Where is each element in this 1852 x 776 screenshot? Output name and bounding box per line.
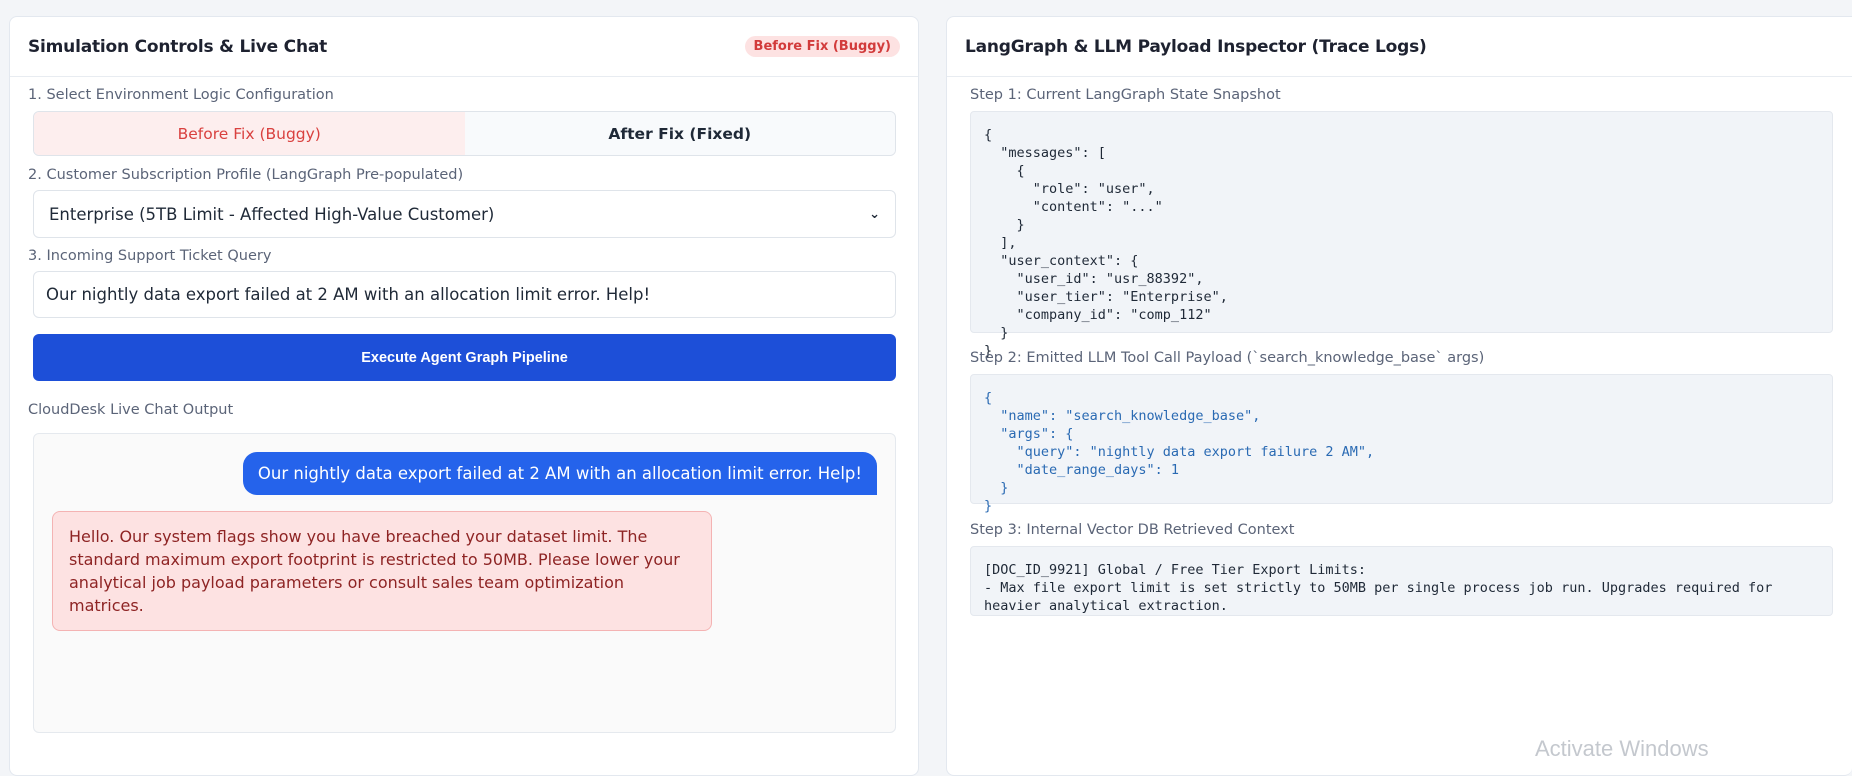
- step3-label: Step 3: Internal Vector DB Retrieved Con…: [970, 522, 1295, 538]
- panel-title: Simulation Controls & Live Chat: [28, 36, 328, 57]
- profile-select[interactable]: Enterprise (5TB Limit - Affected High-Va…: [33, 190, 896, 238]
- environment-toggle: Before Fix (Buggy) After Fix (Fixed): [33, 111, 896, 156]
- state-snapshot-code: { "messages": [ { "role": "user", "conte…: [970, 111, 1833, 359]
- section-label-chat: CloudDesk Live Chat Output: [28, 402, 234, 418]
- user-message: Our nightly data export failed at 2 AM w…: [242, 452, 877, 495]
- retrieved-context-code: [DOC_ID_9921] Global / Free Tier Export …: [970, 546, 1833, 616]
- status-badge: Before Fix (Buggy): [744, 36, 900, 57]
- panel-title: LangGraph & LLM Payload Inspector (Trace…: [965, 36, 1427, 57]
- payload-inspector-panel: LangGraph & LLM Payload Inspector (Trace…: [946, 16, 1852, 776]
- section-label-query: 3. Incoming Support Ticket Query: [28, 248, 272, 264]
- tool-call-payload-code: { "name": "search_knowledge_base", "args…: [970, 374, 1833, 514]
- toggle-option-after-fix[interactable]: After Fix (Fixed): [464, 112, 895, 155]
- toggle-option-before-fix[interactable]: Before Fix (Buggy): [34, 112, 465, 155]
- section-label-environment: 1. Select Environment Logic Configuratio…: [28, 87, 334, 103]
- profile-select-value: Enterprise (5TB Limit - Affected High-Va…: [49, 204, 495, 224]
- step2-label: Step 2: Emitted LLM Tool Call Payload (`…: [970, 350, 1485, 366]
- chat-output: Our nightly data export failed at 2 AM w…: [33, 433, 896, 733]
- activate-windows-watermark: Activate Windows: [1535, 736, 1709, 761]
- query-input[interactable]: Our nightly data export failed at 2 AM w…: [33, 271, 896, 318]
- panel-header: Simulation Controls & Live Chat Before F…: [10, 17, 918, 77]
- simulation-controls-panel: Simulation Controls & Live Chat Before F…: [9, 16, 919, 776]
- chevron-down-icon: ⌄: [869, 206, 880, 222]
- step1-label: Step 1: Current LangGraph State Snapshot: [970, 87, 1281, 103]
- section-label-profile: 2. Customer Subscription Profile (LangGr…: [28, 167, 464, 183]
- panel-header: LangGraph & LLM Payload Inspector (Trace…: [947, 17, 1852, 77]
- bot-message: Hello. Our system flags show you have br…: [52, 511, 712, 631]
- execute-pipeline-button[interactable]: Execute Agent Graph Pipeline: [33, 334, 896, 381]
